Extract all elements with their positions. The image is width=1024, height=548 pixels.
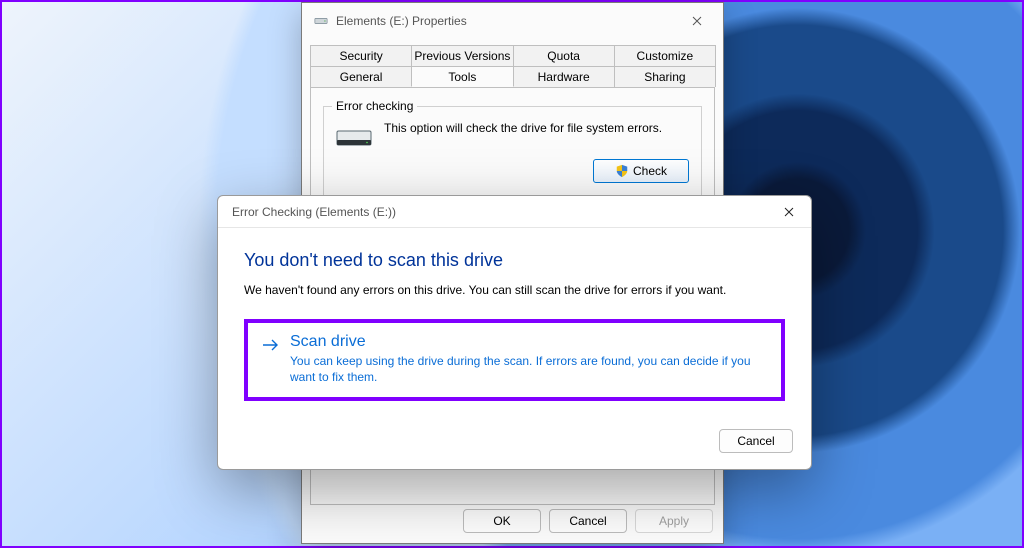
hard-drive-icon — [336, 125, 372, 149]
properties-titlebar[interactable]: Elements (E:) Properties — [302, 3, 723, 39]
error-checking-message: We haven't found any errors on this driv… — [244, 283, 785, 297]
tab-quota[interactable]: Quota — [513, 45, 615, 66]
tab-customize[interactable]: Customize — [614, 45, 716, 66]
arrow-right-icon — [262, 337, 280, 353]
error-checking-cancel-button[interactable]: Cancel — [719, 429, 793, 453]
ok-button[interactable]: OK — [463, 509, 541, 533]
tab-general[interactable]: General — [310, 66, 412, 87]
tab-security[interactable]: Security — [310, 45, 412, 66]
properties-button-bar: OK Cancel Apply — [463, 509, 713, 533]
tab-sharing[interactable]: Sharing — [614, 66, 716, 87]
error-checking-close-button[interactable] — [767, 195, 811, 230]
shield-icon — [615, 164, 629, 178]
cancel-button[interactable]: Cancel — [549, 509, 627, 533]
tab-previous-versions[interactable]: Previous Versions — [411, 45, 513, 66]
properties-close-button[interactable] — [679, 3, 723, 39]
groupbox-label: Error checking — [332, 99, 417, 113]
error-checking-title: Error Checking (Elements (E:)) — [232, 205, 767, 219]
tab-hardware[interactable]: Hardware — [513, 66, 615, 87]
close-icon — [784, 207, 794, 217]
scan-drive-command-link[interactable]: Scan drive You can keep using the drive … — [244, 319, 785, 401]
error-checking-heading: You don't need to scan this drive — [244, 250, 785, 271]
check-button-label: Check — [633, 164, 667, 178]
error-checking-titlebar[interactable]: Error Checking (Elements (E:)) — [218, 196, 811, 228]
error-checking-groupbox: Error checking This option will check th… — [323, 106, 702, 198]
apply-button: Apply — [635, 509, 713, 533]
check-button[interactable]: Check — [593, 159, 689, 183]
properties-title: Elements (E:) Properties — [336, 14, 679, 28]
scan-drive-title: Scan drive — [290, 333, 767, 351]
error-checking-description: This option will check the drive for fil… — [384, 121, 689, 137]
tab-tools[interactable]: Tools — [411, 66, 513, 87]
error-checking-dialog: Error Checking (Elements (E:)) You don't… — [217, 195, 812, 470]
scan-drive-description: You can keep using the drive during the … — [290, 353, 767, 385]
drive-icon — [314, 14, 328, 28]
close-icon — [692, 16, 702, 26]
